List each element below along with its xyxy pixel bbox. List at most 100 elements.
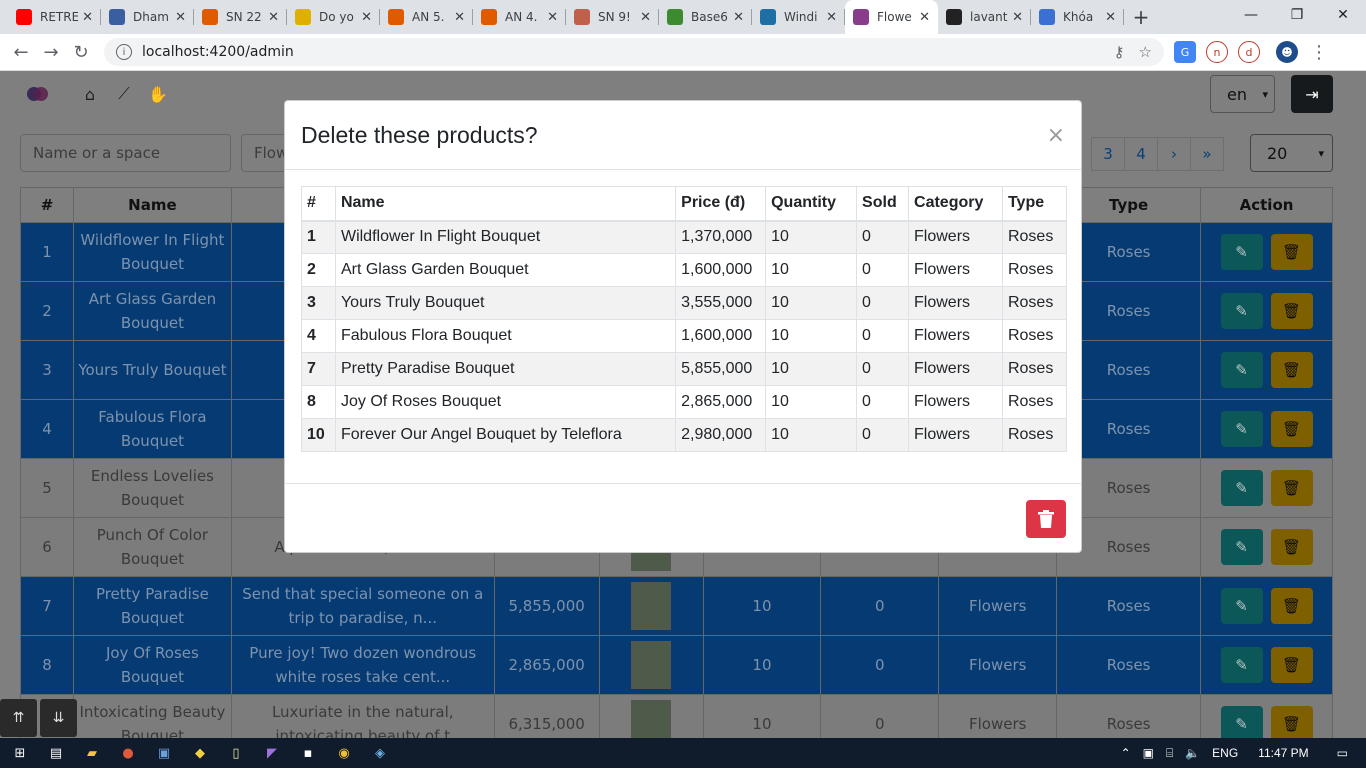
- browser-tab[interactable]: Do yo ✕: [287, 0, 380, 34]
- notifications-icon[interactable]: ▭: [1337, 746, 1348, 760]
- extension-icon[interactable]: d: [1238, 41, 1260, 63]
- browser-tab[interactable]: SN 22 ✕: [194, 0, 287, 34]
- forward-button[interactable]: →: [36, 42, 66, 63]
- close-icon[interactable]: ✕: [547, 10, 558, 25]
- page-link[interactable]: 3: [1091, 137, 1125, 171]
- browser-tab[interactable]: RETRE ✕: [8, 0, 101, 34]
- app-icon[interactable]: ◆: [188, 743, 212, 763]
- minimize-button[interactable]: —: [1228, 0, 1274, 30]
- handshake-icon[interactable]: ✋: [144, 83, 172, 105]
- browser-menu-icon[interactable]: ⋮: [1304, 42, 1334, 63]
- notepad-icon[interactable]: ▯: [224, 743, 248, 763]
- table-cell: 4: [20, 399, 74, 459]
- browser-tab[interactable]: Khóa ✕: [1031, 0, 1124, 34]
- input-language[interactable]: ENG: [1212, 746, 1238, 760]
- network-icon[interactable]: ⌸: [1166, 746, 1173, 761]
- browser-tab[interactable]: Dham ✕: [101, 0, 194, 34]
- app-icon[interactable]: ●: [116, 743, 140, 763]
- chevron-up-icon[interactable]: ⌃: [1121, 746, 1131, 760]
- browser-tab[interactable]: Base6 ✕: [659, 0, 752, 34]
- clock[interactable]: 11:47 PM: [1258, 746, 1308, 760]
- delete-button[interactable]: 🗑: [1270, 706, 1313, 738]
- table-row[interactable]: 7 Pretty Paradise Bouquet Send that specia…: [20, 576, 1333, 636]
- warehouse-icon[interactable]: ⌂: [76, 83, 104, 105]
- back-button[interactable]: ←: [6, 42, 36, 63]
- confirm-delete-button[interactable]: [1026, 500, 1066, 538]
- table-cell: 0: [856, 352, 910, 386]
- task-view-icon[interactable]: ▤: [44, 743, 68, 763]
- close-icon[interactable]: ✕: [268, 10, 279, 25]
- edit-button[interactable]: ✎: [1220, 588, 1263, 624]
- delete-button[interactable]: 🗑: [1270, 647, 1313, 683]
- file-explorer-icon[interactable]: ▰: [80, 743, 104, 763]
- translate-extension-icon[interactable]: G: [1174, 41, 1196, 63]
- scroll-bottom-button[interactable]: ⇊: [40, 699, 77, 737]
- page-size-select[interactable]: 20: [1250, 134, 1333, 172]
- close-icon[interactable]: ×: [1047, 123, 1065, 148]
- close-icon[interactable]: ✕: [733, 10, 744, 25]
- browser-tab[interactable]: AN 4. ✕: [473, 0, 566, 34]
- close-icon[interactable]: ✕: [361, 10, 372, 25]
- app-icon[interactable]: ◈: [368, 743, 392, 763]
- page-link[interactable]: »: [1190, 137, 1224, 171]
- tray-app-icon[interactable]: ▣: [1143, 746, 1154, 760]
- delete-button[interactable]: 🗑: [1270, 234, 1313, 270]
- delete-button[interactable]: 🗑: [1270, 470, 1313, 506]
- close-icon[interactable]: ✕: [919, 10, 930, 25]
- key-icon[interactable]: ⚷: [1114, 43, 1125, 61]
- profile-avatar[interactable]: ☻: [1276, 41, 1298, 63]
- browser-tab[interactable]: lavant ✕: [938, 0, 1031, 34]
- edit-button[interactable]: ✎: [1220, 470, 1263, 506]
- chart-line-icon[interactable]: ⟋: [110, 83, 138, 105]
- page-link[interactable]: 4: [1124, 137, 1158, 171]
- edit-button[interactable]: ✎: [1220, 234, 1263, 270]
- volume-icon[interactable]: 🔈: [1185, 746, 1200, 760]
- close-icon[interactable]: ✕: [1105, 10, 1116, 25]
- table-cell: 2: [301, 253, 336, 287]
- table-row[interactable]: 8 Joy Of Roses Bouquet Pure joy! Two dozen…: [20, 635, 1333, 695]
- bookmark-star-icon[interactable]: ☆: [1139, 43, 1152, 61]
- delete-button[interactable]: 🗑: [1270, 352, 1313, 388]
- search-input[interactable]: Name or a space: [20, 134, 231, 172]
- page-link[interactable]: ›: [1157, 137, 1191, 171]
- visual-studio-icon[interactable]: ◤: [260, 743, 284, 763]
- intellij-icon[interactable]: ▪: [296, 743, 320, 763]
- chrome-icon[interactable]: ◉: [332, 743, 356, 763]
- new-tab-button[interactable]: +: [1124, 0, 1158, 34]
- maximize-button[interactable]: ❐: [1274, 0, 1320, 30]
- edit-button[interactable]: ✎: [1220, 411, 1263, 447]
- edit-button[interactable]: ✎: [1220, 706, 1263, 738]
- edit-button[interactable]: ✎: [1220, 293, 1263, 329]
- info-icon[interactable]: i: [116, 44, 132, 60]
- windows-start-icon[interactable]: ⊞: [8, 743, 32, 763]
- extension-icon[interactable]: n: [1206, 41, 1228, 63]
- close-icon[interactable]: ✕: [175, 10, 186, 25]
- scroll-top-button[interactable]: ⇈: [0, 699, 37, 737]
- app-logo-icon[interactable]: [24, 83, 52, 105]
- delete-button[interactable]: 🗑: [1270, 529, 1313, 565]
- delete-button[interactable]: 🗑: [1270, 588, 1313, 624]
- edit-button[interactable]: ✎: [1220, 647, 1263, 683]
- browser-tab[interactable]: Windi ✕: [752, 0, 845, 34]
- close-icon[interactable]: ✕: [1012, 10, 1023, 25]
- delete-button[interactable]: 🗑: [1270, 293, 1313, 329]
- close-icon[interactable]: ✕: [82, 10, 93, 25]
- app-icon[interactable]: ▣: [152, 743, 176, 763]
- language-select[interactable]: en: [1210, 75, 1275, 113]
- browser-tab[interactable]: SN 9! ✕: [566, 0, 659, 34]
- edit-button[interactable]: ✎: [1220, 352, 1263, 388]
- trash-icon: [1038, 510, 1054, 528]
- url-bar[interactable]: i localhost:4200/admin ⚷ ☆: [104, 38, 1164, 66]
- logout-button[interactable]: ⇥: [1291, 75, 1333, 113]
- close-icon[interactable]: ✕: [826, 10, 837, 25]
- close-icon[interactable]: ✕: [640, 10, 651, 25]
- close-window-button[interactable]: ✕: [1320, 0, 1366, 30]
- close-icon[interactable]: ✕: [454, 10, 465, 25]
- browser-tab[interactable]: Flowe ✕: [845, 0, 938, 34]
- browser-tab[interactable]: AN 5. ✕: [380, 0, 473, 34]
- table-row[interactable]: 9Intoxicating Beauty BouquetLuxuriate in…: [20, 694, 1333, 738]
- course-icon: [1039, 9, 1055, 25]
- delete-button[interactable]: 🗑: [1270, 411, 1313, 447]
- reload-button[interactable]: ↻: [66, 42, 96, 63]
- edit-button[interactable]: ✎: [1220, 529, 1263, 565]
